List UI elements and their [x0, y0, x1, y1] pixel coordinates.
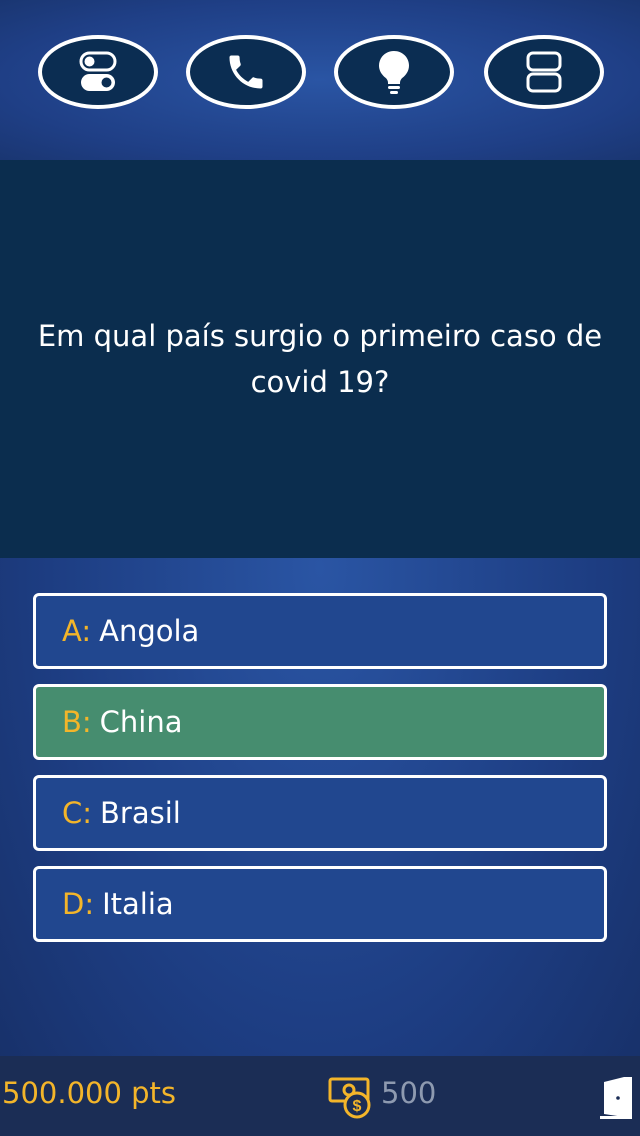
toggle-icon	[79, 51, 117, 91]
exit-door-icon[interactable]	[598, 1074, 636, 1120]
answer-text: China	[99, 705, 183, 739]
lightbulb-icon	[379, 51, 409, 94]
answer-letter: B:	[62, 705, 92, 739]
answer-text: Angola	[99, 614, 200, 648]
lifeline-switch-button[interactable]	[38, 35, 158, 109]
answer-option-d[interactable]: D: Italia	[33, 866, 607, 942]
lifeline-hint-button[interactable]	[334, 35, 454, 109]
coins-count: 500	[381, 1076, 437, 1110]
answer-letter: D:	[62, 887, 95, 921]
lifeline-phone-button[interactable]	[186, 35, 306, 109]
question-panel: Em qual país surgio o primeiro caso de c…	[0, 160, 640, 558]
answer-letter: A:	[62, 614, 92, 648]
answer-option-b[interactable]: B: China	[33, 684, 607, 760]
question-text: Em qual país surgio o primeiro caso de c…	[37, 319, 603, 399]
money-icon: $	[328, 1077, 371, 1119]
layout-rows-icon	[526, 51, 562, 93]
lifeline-layout-button[interactable]	[484, 35, 604, 109]
svg-text:$: $	[353, 1098, 362, 1115]
answer-letter: C:	[62, 796, 93, 830]
lifelines-bar	[0, 0, 640, 160]
answer-text: Italia	[102, 887, 174, 921]
phone-icon	[229, 55, 263, 89]
answer-text: Brasil	[100, 796, 181, 830]
answer-option-a[interactable]: A: Angola	[33, 593, 607, 669]
score-label: 500.000 pts	[2, 1076, 177, 1110]
answer-option-c[interactable]: C: Brasil	[33, 775, 607, 851]
status-bar: 500.000 pts	[0, 1056, 640, 1136]
